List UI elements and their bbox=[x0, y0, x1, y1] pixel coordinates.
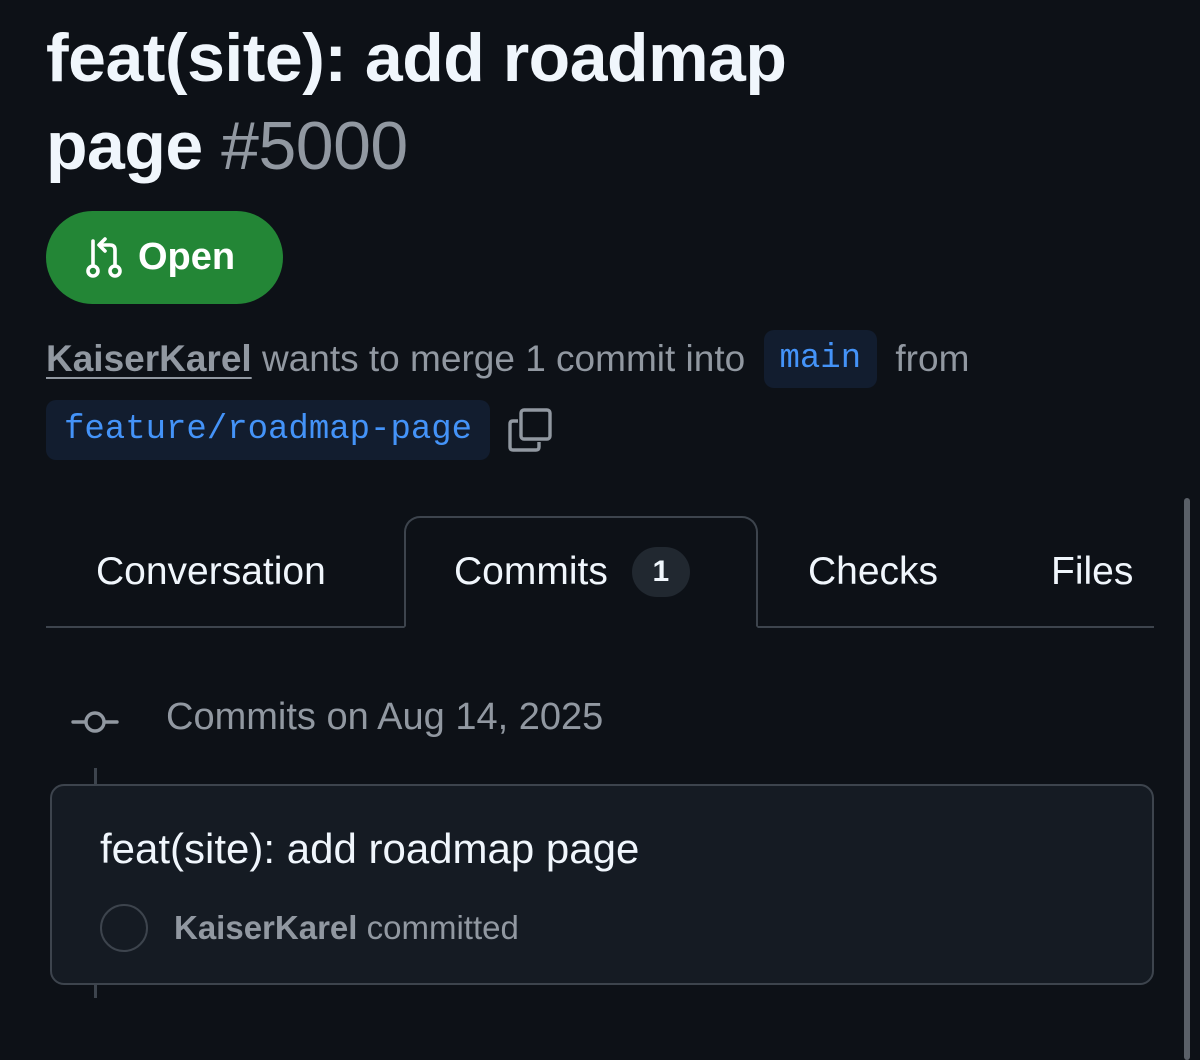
pr-title-text: feat(site): add roadmap page bbox=[46, 20, 787, 184]
git-commit-icon bbox=[71, 711, 119, 733]
copy-icon[interactable] bbox=[506, 406, 554, 454]
commit-author-link[interactable]: KaiserKarel bbox=[174, 909, 357, 946]
merge-summary: KaiserKarel wants to merge 1 commit into… bbox=[46, 330, 1176, 388]
tab-files[interactable]: Files bbox=[1051, 516, 1133, 628]
commit-meta: KaiserKarel committed bbox=[174, 908, 519, 948]
pr-tabs: Conversation Commits 1 Checks Files bbox=[46, 516, 1154, 629]
tab-checks[interactable]: Checks bbox=[808, 516, 938, 628]
scrollbar[interactable] bbox=[1184, 498, 1190, 1060]
tab-label: Commits bbox=[454, 550, 608, 593]
pr-state-badge: Open bbox=[46, 211, 283, 304]
pr-number: #5000 bbox=[221, 108, 408, 184]
pr-state-label: Open bbox=[138, 236, 236, 278]
tab-conversation[interactable]: Conversation bbox=[96, 516, 326, 628]
tab-label: Checks bbox=[808, 550, 939, 593]
from-label: from bbox=[895, 338, 970, 379]
avatar[interactable] bbox=[100, 904, 148, 952]
head-branch-row: feature/roadmap-page bbox=[46, 400, 554, 460]
commit-message-link[interactable]: feat(site): add roadmap page bbox=[100, 822, 639, 876]
commit-list-item[interactable]: feat(site): add roadmap page KaiserKarel… bbox=[50, 784, 1154, 985]
merge-description: wants to merge 1 commit into bbox=[261, 338, 746, 379]
head-branch[interactable]: feature/roadmap-page bbox=[46, 400, 491, 460]
author-link[interactable]: KaiserKarel bbox=[46, 338, 252, 379]
git-pull-request-icon bbox=[86, 236, 122, 278]
commits-count-badge: 1 bbox=[631, 547, 690, 597]
pr-title: feat(site): add roadmap page #5000 bbox=[46, 14, 946, 190]
commit-action-text: committed bbox=[366, 909, 519, 946]
base-branch[interactable]: main bbox=[763, 330, 878, 388]
pull-request-page: feat(site): add roadmap page #5000 Open … bbox=[0, 0, 1200, 1060]
tab-label: Files bbox=[1051, 550, 1134, 593]
tab-commits[interactable]: Commits 1 bbox=[404, 516, 758, 628]
tab-label: Conversation bbox=[96, 550, 326, 593]
commits-group-heading: Commits on Aug 14, 2025 bbox=[166, 696, 604, 738]
